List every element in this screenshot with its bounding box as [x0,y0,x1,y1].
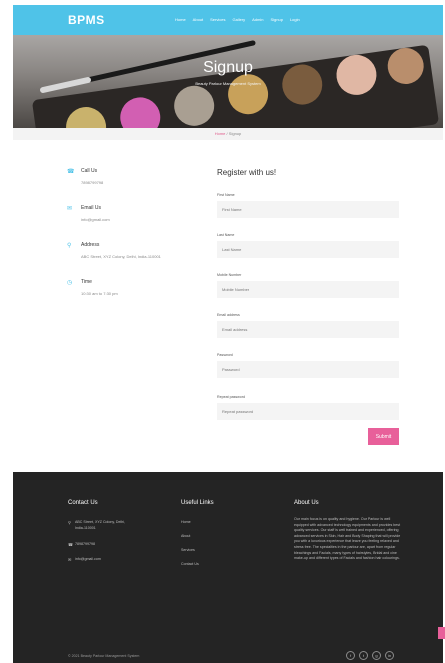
footer-about-text: Our main focus is on quality and hygiene… [294,517,401,561]
contact-value: 10:30 am to 7:30 pm [81,291,118,296]
footer-links-heading: Useful Links [181,500,214,506]
phone-icon: ☎ [67,169,75,175]
scroll-to-top-button[interactable] [438,627,445,639]
envelope-icon: ✉ [68,557,72,562]
footer-address-line1: ABC Street, XYZ Colony, Delhi, [75,520,126,524]
footer-link-contact[interactable]: Contact Us [181,562,199,566]
contact-value: info@gmail.com [81,217,110,222]
footer: Contact Us ⚲ ABC Street, XYZ Colony, Del… [13,472,443,663]
last-name-label: Last Name [217,233,235,237]
contact-time: ◷ Time 10:30 am to 7:30 pm [67,279,207,316]
linkedin-icon[interactable]: in [385,651,394,660]
footer-about-heading: About Us [294,500,319,506]
footer-link-services[interactable]: Services [181,548,195,552]
google-plus-icon[interactable]: g [372,651,381,660]
nav-home[interactable]: Home [175,17,186,22]
envelope-icon: ✉ [67,206,73,212]
contact-email: ✉ Email Us info@gmail.com [67,205,207,242]
breadcrumb-separator: / [226,131,228,136]
twitter-icon[interactable]: t [359,651,368,660]
hero-subtitle: Beauty Parlour Management System [195,81,261,86]
form-title: Register with us! [217,168,277,177]
contact-label: Address [81,242,100,248]
contact-label: Email Us [81,205,102,211]
main-nav: Home About Services Gallery Admin Signup… [175,17,307,22]
breadcrumb: Home / Signup [13,128,443,140]
first-name-input[interactable] [217,201,399,218]
contact-label: Time [81,279,92,285]
email-label: Email address [217,313,240,317]
nav-services[interactable]: Services [210,17,225,22]
contact-value: ABC Street, XYZ Colony, Delhi, India-110… [81,254,161,259]
hero-banner: Signup Beauty Parlour Management System [13,35,443,128]
mobile-number-label: Mobile Number [217,273,242,277]
last-name-input[interactable] [217,241,399,258]
footer-link-home[interactable]: Home [181,520,191,524]
nav-signup[interactable]: Signup [270,17,282,22]
repeat-password-label: Repeat password [217,395,245,399]
password-label: Password [217,353,233,357]
password-input[interactable] [217,361,399,378]
contact-address: ⚲ Address ABC Street, XYZ Colony, Delhi,… [67,242,207,279]
navbar: BPMS Home About Services Gallery Admin S… [13,5,443,35]
footer-contact-heading: Contact Us [68,500,98,506]
email-input[interactable] [217,321,399,338]
page-title: Signup [203,59,253,76]
repeat-password-input[interactable] [217,403,399,420]
mobile-number-input[interactable] [217,281,399,298]
breadcrumb-home[interactable]: Home [215,131,226,136]
footer-link-about[interactable]: About [181,534,190,538]
footer-email[interactable]: info@gmail.com [75,557,101,561]
contact-info: ☎ Call Us 7898799798 ✉ Email Us info@gma… [67,168,207,316]
facebook-icon[interactable]: f [346,651,355,660]
nav-login[interactable]: Login [290,17,300,22]
submit-button[interactable]: Submit [368,428,399,445]
copyright-text: © 2021 Beauty Parlour Management System [68,654,140,658]
footer-phone: 7898799798 [75,542,95,546]
contact-label: Call Us [81,168,98,174]
footer-address-line2: India-110001 [75,526,96,530]
clock-icon: ◷ [67,280,73,286]
first-name-label: First Name [217,193,235,197]
nav-gallery[interactable]: Gallery [232,17,245,22]
brand-logo[interactable]: BPMS [68,13,105,27]
contact-call: ☎ Call Us 7898799798 [67,168,207,205]
contact-value: 7898799798 [81,180,104,185]
nav-admin[interactable]: Admin [252,17,263,22]
map-marker-icon: ⚲ [67,243,72,249]
phone-icon: ☎ [68,542,73,547]
nav-about[interactable]: About [193,17,203,22]
breadcrumb-current: Signup [228,131,242,136]
map-marker-icon: ⚲ [68,520,71,525]
